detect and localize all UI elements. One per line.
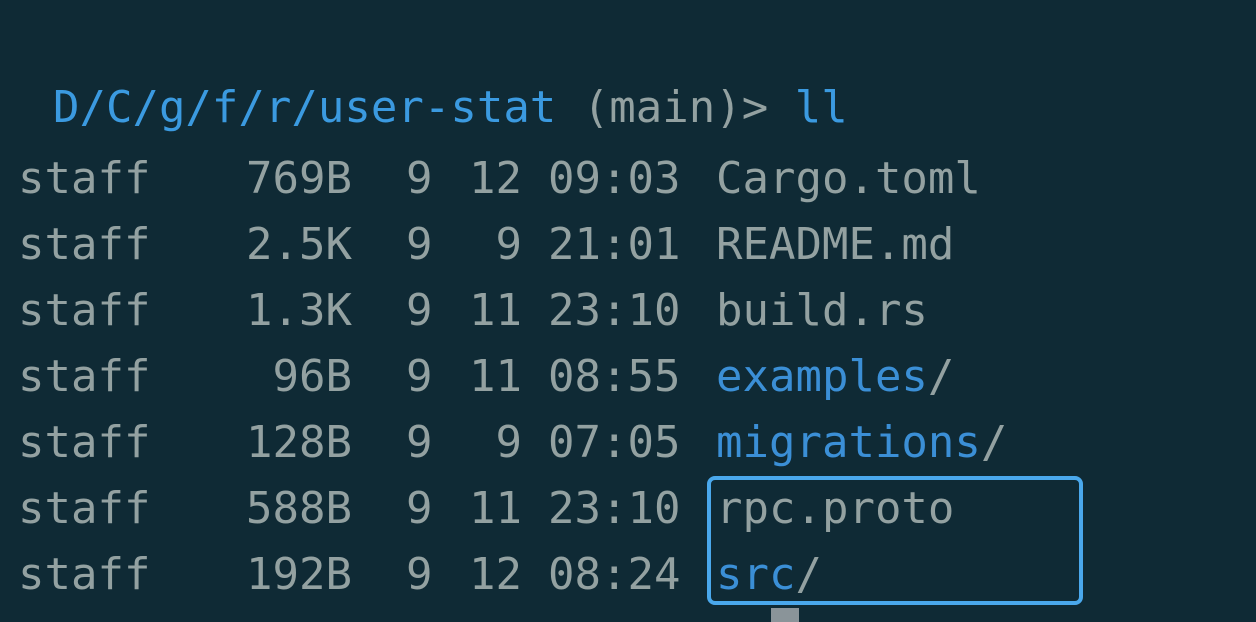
scrollbar-thumb[interactable]: [771, 608, 799, 622]
file-time: 08:24: [548, 549, 681, 600]
entry-name-label: build.rs: [716, 285, 928, 336]
file-month: 9: [406, 285, 433, 336]
file-size: 96B: [272, 351, 352, 402]
file-month: 9: [406, 483, 433, 534]
file-size: 192B: [246, 549, 352, 600]
directory-suffix: /: [980, 417, 1008, 468]
file-name[interactable]: README.md: [716, 215, 954, 275]
file-month: 9: [406, 153, 433, 204]
file-group: staff: [18, 417, 151, 468]
file-size: 2.5K: [246, 219, 352, 270]
file-day: 11: [469, 351, 522, 402]
file-group: staff: [18, 219, 151, 270]
file-group: staff: [18, 153, 151, 204]
file-group: staff: [18, 351, 151, 402]
entry-name-label: Cargo.toml: [716, 153, 981, 204]
file-time: 08:55: [548, 351, 681, 402]
file-day: 11: [469, 483, 522, 534]
file-group: staff: [18, 285, 151, 336]
file-month: 9: [406, 351, 433, 402]
file-size: 1.3K: [246, 285, 352, 336]
file-day: 12: [469, 153, 522, 204]
directory-name[interactable]: examples/: [716, 347, 954, 407]
file-size: 588B: [246, 483, 352, 534]
prompt-command: ll: [794, 82, 848, 133]
file-time: 23:10: [548, 483, 681, 534]
file-month: 9: [406, 549, 433, 600]
entry-name-label: examples: [716, 351, 928, 402]
file-name[interactable]: Cargo.toml: [716, 149, 981, 209]
file-day: 9: [495, 219, 523, 270]
file-group: staff: [18, 483, 151, 534]
file-month: 9: [406, 417, 433, 468]
prompt-path: D/C/g/f/r/user-stat: [52, 82, 557, 133]
file-time: 07:05: [548, 417, 681, 468]
file-size: 128B: [246, 417, 352, 468]
file-time: 23:10: [548, 285, 681, 336]
file-time: 21:01: [548, 219, 681, 270]
prompt-line: D/C/g/f/r/user-stat (main)> ll: [0, 18, 848, 133]
file-day: 12: [469, 549, 522, 600]
file-group: staff: [18, 549, 151, 600]
entry-name-label: README.md: [716, 219, 955, 270]
selection-highlight: [707, 476, 1083, 605]
prompt-branch: (main)>: [582, 82, 769, 133]
entry-name-label: migrations: [716, 417, 981, 468]
file-month: 9: [406, 219, 433, 270]
file-name[interactable]: build.rs: [716, 281, 928, 341]
file-time: 09:03: [548, 153, 681, 204]
directory-suffix: /: [927, 351, 955, 402]
file-day: 11: [469, 285, 522, 336]
directory-name[interactable]: migrations/: [716, 413, 1007, 473]
file-size: 769B: [246, 153, 352, 204]
previous-output-fragment: [0, 0, 1256, 10]
file-day: 9: [495, 417, 523, 468]
